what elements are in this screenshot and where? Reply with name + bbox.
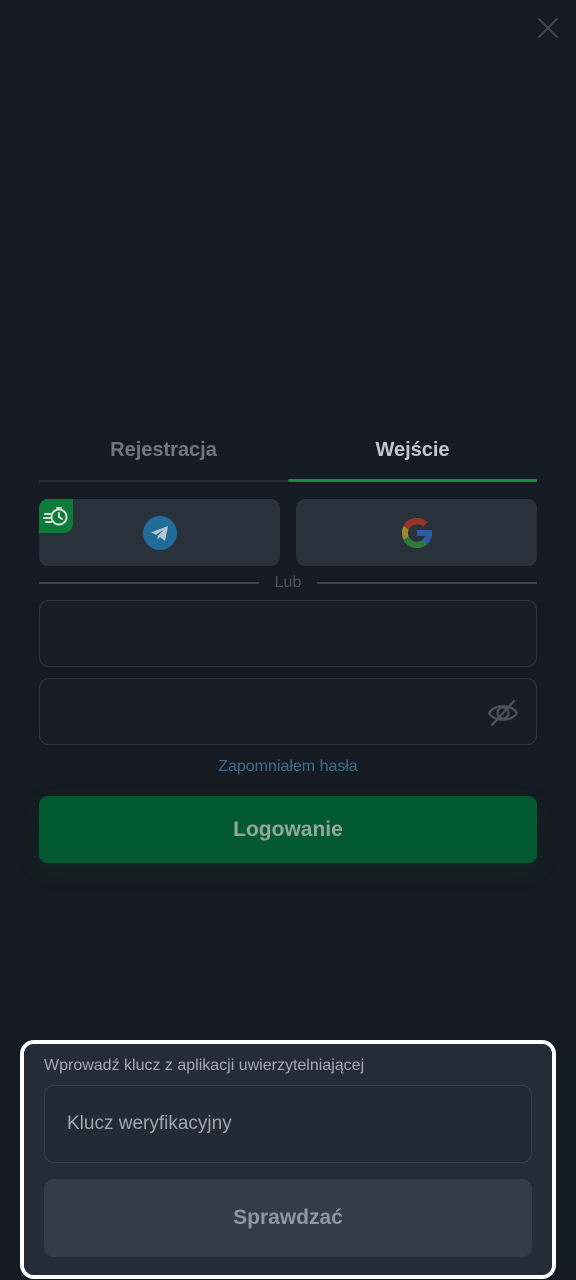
verification-key-input[interactable] — [45, 1086, 531, 1162]
close-icon[interactable] — [534, 14, 562, 42]
or-divider: Lub — [39, 571, 538, 595]
divider-line-left — [39, 582, 259, 584]
auth-tabs: Rejestracja Wejście — [39, 420, 537, 482]
google-login-button[interactable] — [296, 499, 537, 566]
forgot-password-link[interactable]: Zapomniałem hasła — [0, 758, 576, 776]
verification-key-field[interactable] — [44, 1085, 532, 1163]
divider-text: Lub — [274, 574, 302, 591]
verify-button-label: Sprawdzać — [233, 1206, 343, 1229]
login-button-label: Logowanie — [233, 817, 343, 841]
login-screen: Rejestracja Wejście Lub Zapomniałem hasł… — [0, 0, 576, 1280]
login-input[interactable] — [40, 601, 536, 666]
tab-registration-label: Rejestracja — [110, 438, 217, 461]
password-field[interactable] — [39, 678, 537, 745]
login-field[interactable] — [39, 600, 537, 667]
eye-off-icon[interactable] — [486, 696, 520, 730]
divider-line-right — [317, 582, 538, 584]
telegram-login-button[interactable] — [39, 499, 280, 566]
telegram-icon — [142, 515, 177, 550]
google-icon — [401, 517, 432, 548]
verification-panel-body: Wprowadź klucz z aplikacji uwierzytelnia… — [24, 1044, 552, 1275]
tab-login[interactable]: Wejście — [288, 420, 537, 482]
verify-button[interactable]: Sprawdzać — [44, 1179, 532, 1257]
tab-registration[interactable]: Rejestracja — [39, 420, 288, 480]
verification-panel: Wprowadź klucz z aplikacji uwierzytelnia… — [20, 1040, 556, 1279]
login-button[interactable]: Logowanie — [39, 796, 537, 863]
password-input[interactable] — [40, 679, 536, 744]
tab-login-label: Wejście — [375, 438, 450, 461]
verification-title: Wprowadź klucz z aplikacji uwierzytelnia… — [44, 1057, 365, 1074]
fast-timer-icon — [39, 499, 73, 533]
